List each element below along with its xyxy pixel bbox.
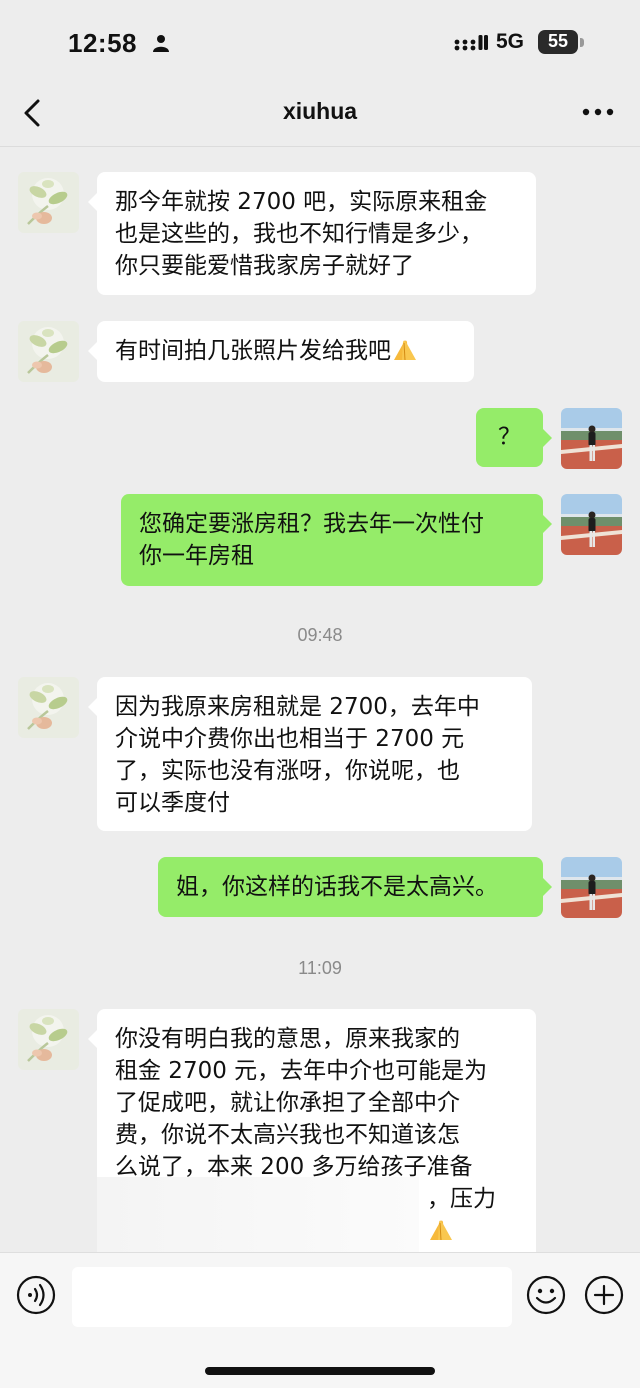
battery-icon: 55 xyxy=(538,30,586,56)
message-bubble-incoming[interactable]: 那今年就按 2700 吧，实际原来租金 也是这些的，我也不知行情是多少， 你只要… xyxy=(88,172,536,295)
message-text: 你没有明白我的意思，原来我家的 xyxy=(115,1026,460,1052)
message-text: 了，实际也没有涨呀，你说呢，也 xyxy=(115,758,460,784)
folded-hands-emoji-icon xyxy=(427,1218,455,1242)
contact-avatar[interactable] xyxy=(18,321,79,382)
voice-icon[interactable] xyxy=(16,1275,56,1315)
message-text: 租金 2700 元，去年中介也可能是为 xyxy=(115,1058,488,1084)
emoji-icon[interactable] xyxy=(526,1275,566,1315)
my-avatar[interactable] xyxy=(561,408,622,469)
network-type: 5G xyxy=(496,30,525,53)
message-text: 你只要能爱惜我家房子就好了 xyxy=(115,253,414,279)
input-bar xyxy=(0,1252,640,1388)
my-avatar[interactable] xyxy=(561,494,622,555)
chat-header: xiuhua xyxy=(0,88,640,147)
message-text: 姐，你这样的话我不是太高兴。 xyxy=(176,874,498,900)
folded-hands-emoji-icon xyxy=(391,338,419,362)
home-indicator xyxy=(205,1367,435,1375)
plus-icon[interactable] xyxy=(584,1275,624,1315)
contact-avatar[interactable] xyxy=(18,172,79,233)
message-text: 那今年就按 2700 吧，实际原来租金 xyxy=(115,189,488,215)
message-input[interactable] xyxy=(72,1267,512,1327)
message-bubble-incoming[interactable]: 有时间拍几张照片发给我吧 xyxy=(88,321,474,382)
more-dots-icon[interactable] xyxy=(580,102,616,122)
message-text: 介说中介费你出也相当于 2700 元 xyxy=(115,726,465,752)
status-bar: 12:58 5G 55 xyxy=(0,0,640,88)
message-text: 你一年房租 xyxy=(139,543,254,569)
message-bubble-incoming[interactable]: 因为我原来房租就是 2700，去年中 介说中介费你出也相当于 2700 元 了，… xyxy=(88,677,532,831)
my-avatar[interactable] xyxy=(561,857,622,918)
message-text: 有时间拍几张照片发给我吧 xyxy=(115,338,391,364)
message-bubble-outgoing[interactable]: 您确定要涨房租？我去年一次性付 你一年房租 xyxy=(121,494,552,586)
message-timestamp: 11:09 xyxy=(298,958,342,978)
message-bubble-outgoing[interactable]: ？ xyxy=(476,408,552,467)
signal-icon xyxy=(454,35,488,51)
person-icon xyxy=(153,35,169,52)
message-text: 因为我原来房租就是 2700，去年中 xyxy=(115,694,480,720)
message-text: 您确定要涨房租？我去年一次性付 xyxy=(139,511,484,537)
contact-avatar[interactable] xyxy=(18,1009,79,1070)
contact-avatar[interactable] xyxy=(18,677,79,738)
battery-level: 55 xyxy=(547,31,569,51)
message-timestamp: 09:48 xyxy=(297,625,343,645)
message-text: 了促成吧，就让你承担了全部中介 xyxy=(115,1090,460,1116)
status-time: 12:58 xyxy=(68,28,137,58)
message-bubble-outgoing[interactable]: 姐，你这样的话我不是太高兴。 xyxy=(158,857,552,917)
message-bubble-incoming[interactable]: 你没有明白我的意思，原来我家的 租金 2700 元，去年中介也可能是为 了促成吧… xyxy=(88,1009,536,1269)
message-text: 也是这些的，我也不知行情是多少， xyxy=(115,221,483,247)
message-text: 费，你说不太高兴我也不知道该怎 xyxy=(115,1122,460,1148)
chat-title[interactable]: xiuhua xyxy=(0,98,640,125)
message-text: 可以季度付 xyxy=(115,790,230,816)
message-text: ？ xyxy=(498,424,521,450)
